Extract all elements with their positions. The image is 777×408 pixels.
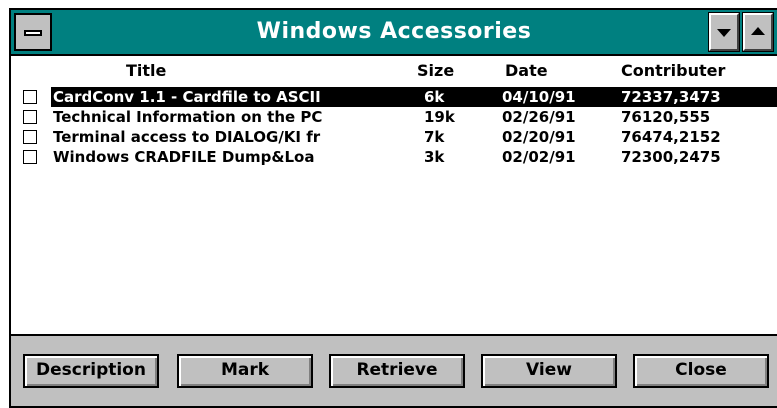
item-size: 6k [424,88,445,106]
item-size: 19k [424,108,455,126]
close-button[interactable]: Close [633,354,769,388]
mark-checkbox[interactable] [23,150,37,164]
item-contributor: 76474,2152 [621,128,721,146]
window-title: Windows Accessories [256,19,532,44]
item-contributor: 76120,555 [621,108,711,126]
item-date: 02/02/91 [502,148,576,166]
item-size: 7k [424,128,445,146]
mark-checkbox[interactable] [23,130,37,144]
item-date: 02/26/91 [502,108,576,126]
arrow-up-icon [751,27,765,35]
item-title: Technical Information on the PC [53,108,323,126]
item-title: CardConv 1.1 - Cardfile to ASCII [53,88,321,106]
view-button[interactable]: View [481,354,617,388]
list-item[interactable]: Technical Information on the PC 19k 02/2… [11,107,777,127]
column-contributor-header: Contributer [621,61,726,80]
retrieve-button[interactable]: Retrieve [329,354,465,388]
title-bar[interactable]: Windows Accessories [11,10,777,56]
scroll-up-button[interactable] [742,12,774,52]
column-header: Title Size Date Contributer [11,60,777,84]
arrow-down-icon [717,29,731,37]
list-item[interactable]: Terminal access to DIALOG/KI fr 7k 02/20… [11,127,777,147]
item-contributor: 72337,3473 [621,88,721,106]
item-date: 02/20/91 [502,128,576,146]
column-size-header: Size [417,61,455,80]
mark-button[interactable]: Mark [177,354,313,388]
button-bar: Description Mark Retrieve View Close [11,336,777,406]
item-title: Terminal access to DIALOG/KI fr [53,128,321,146]
item-contributor: 72300,2475 [621,148,721,166]
file-list: CardConv 1.1 - Cardfile to ASCII 6k 04/1… [11,87,777,342]
column-title-header: Title [126,61,167,80]
list-item[interactable]: CardConv 1.1 - Cardfile to ASCII 6k 04/1… [11,87,777,107]
item-title: Windows CRADFILE Dump&Loa [53,148,315,166]
scroll-down-button[interactable] [708,12,740,52]
item-date: 04/10/91 [502,88,576,106]
mark-checkbox[interactable] [23,90,37,104]
windows-accessories-window: Windows Accessories Title Size Date Cont… [9,8,777,408]
description-button[interactable]: Description [23,354,159,388]
item-size: 3k [424,148,445,166]
column-date-header: Date [505,61,548,80]
mark-checkbox[interactable] [23,110,37,124]
list-item[interactable]: Windows CRADFILE Dump&Loa 3k 02/02/91 72… [11,147,777,167]
